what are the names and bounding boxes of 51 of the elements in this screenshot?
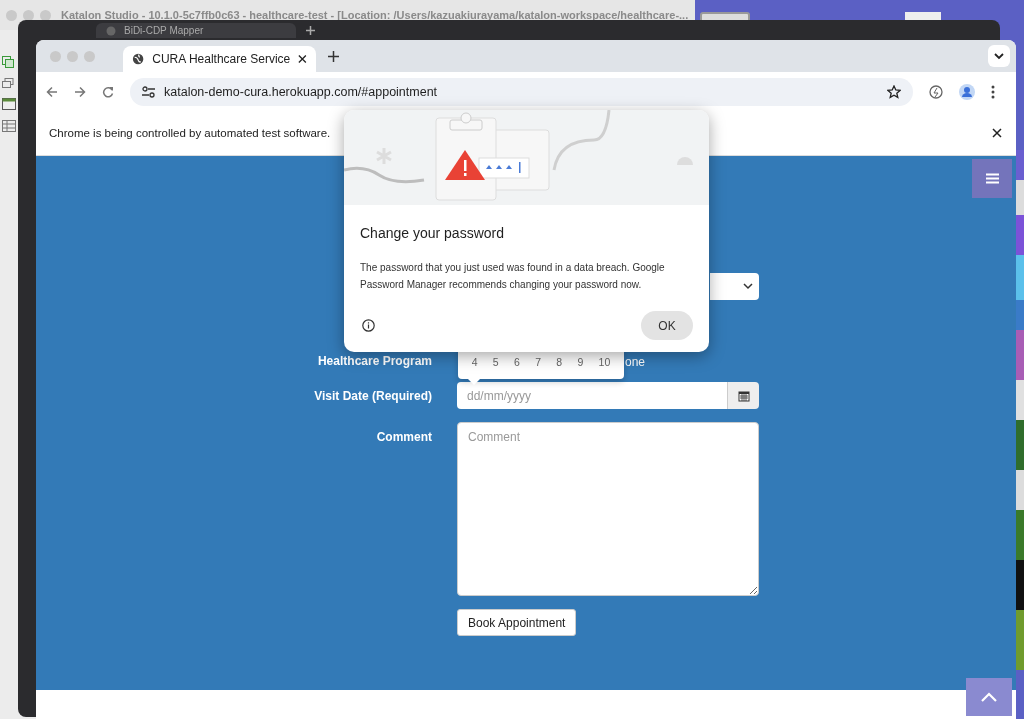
calendar-day[interactable]: 6 xyxy=(513,356,520,368)
star-icon[interactable] xyxy=(887,84,901,99)
field-label: Healthcare Program xyxy=(317,354,432,368)
menu-icon[interactable] xyxy=(991,84,995,99)
plus-icon[interactable] xyxy=(306,26,315,35)
extension-icon[interactable] xyxy=(929,84,943,99)
close-icon[interactable] xyxy=(298,54,307,64)
plus-icon[interactable] xyxy=(328,50,339,62)
menu-icon xyxy=(985,173,999,184)
chevron-down-icon xyxy=(994,52,1004,60)
dialog-title: Change your password xyxy=(360,225,505,241)
ok-button[interactable]: OK xyxy=(641,311,693,340)
window-controls-icon xyxy=(6,9,51,21)
calendar-day[interactable]: 5 xyxy=(492,356,499,368)
radio-option-label[interactable]: one xyxy=(625,355,646,369)
chevron-down-icon xyxy=(743,283,753,290)
close-icon[interactable] xyxy=(992,128,1002,138)
calendar-button[interactable] xyxy=(727,382,759,409)
book-appointment-button[interactable]: Book Appointment xyxy=(457,609,577,636)
tab-search-button[interactable] xyxy=(988,45,1010,67)
browser-tab[interactable]: CURA Healthcare Service xyxy=(123,46,316,72)
back-icon[interactable] xyxy=(46,85,58,98)
table-icon xyxy=(2,120,16,132)
chevron-up-icon xyxy=(981,692,997,702)
select-field[interactable] xyxy=(710,273,759,300)
globe-icon xyxy=(132,52,145,66)
calendar-day[interactable]: 8 xyxy=(556,356,563,368)
forward-icon[interactable] xyxy=(74,85,86,98)
window-title: Katalon Studio - 10.1.0-5c7ffb0c63 - healthcare-test - [Location: /Users/kazuakiurayama/katalon-workspace/healthcare-... xyxy=(61,9,689,21)
copy-icon xyxy=(2,56,14,68)
address-bar[interactable]: katalon-demo-cura.herokuapp.com/#appointment xyxy=(130,77,913,106)
infobar-message: Chrome is being controlled by automated test software. xyxy=(49,127,331,139)
comment-textarea[interactable]: Comment xyxy=(457,422,759,596)
calendar-day[interactable]: 4 xyxy=(471,356,478,368)
info-icon[interactable] xyxy=(362,319,375,332)
scroll-to-top-button[interactable] xyxy=(966,678,1012,716)
browser-tab[interactable]: BiDi-CDP Mapper xyxy=(96,23,296,38)
profile-icon[interactable] xyxy=(959,83,975,100)
dialog-message: The password that you just used was found in a data breach. Google Password Manager recommends changing your password now. xyxy=(360,261,666,292)
site-settings-icon[interactable] xyxy=(142,85,155,98)
field-label: Visit Date (Required) xyxy=(314,388,432,403)
calendar-day[interactable]: 9 xyxy=(577,356,584,368)
calendar-day[interactable]: 7 xyxy=(535,356,541,368)
menu-button[interactable] xyxy=(972,159,1012,198)
reload-icon[interactable] xyxy=(102,85,114,98)
calendar-day[interactable]: 10 xyxy=(598,356,611,368)
window-controls-icon xyxy=(50,50,95,62)
globe-icon xyxy=(106,25,116,36)
calendar-icon xyxy=(737,389,750,402)
field-label: Comment xyxy=(376,430,432,444)
date-input[interactable]: dd/mm/yyyy xyxy=(457,382,727,409)
